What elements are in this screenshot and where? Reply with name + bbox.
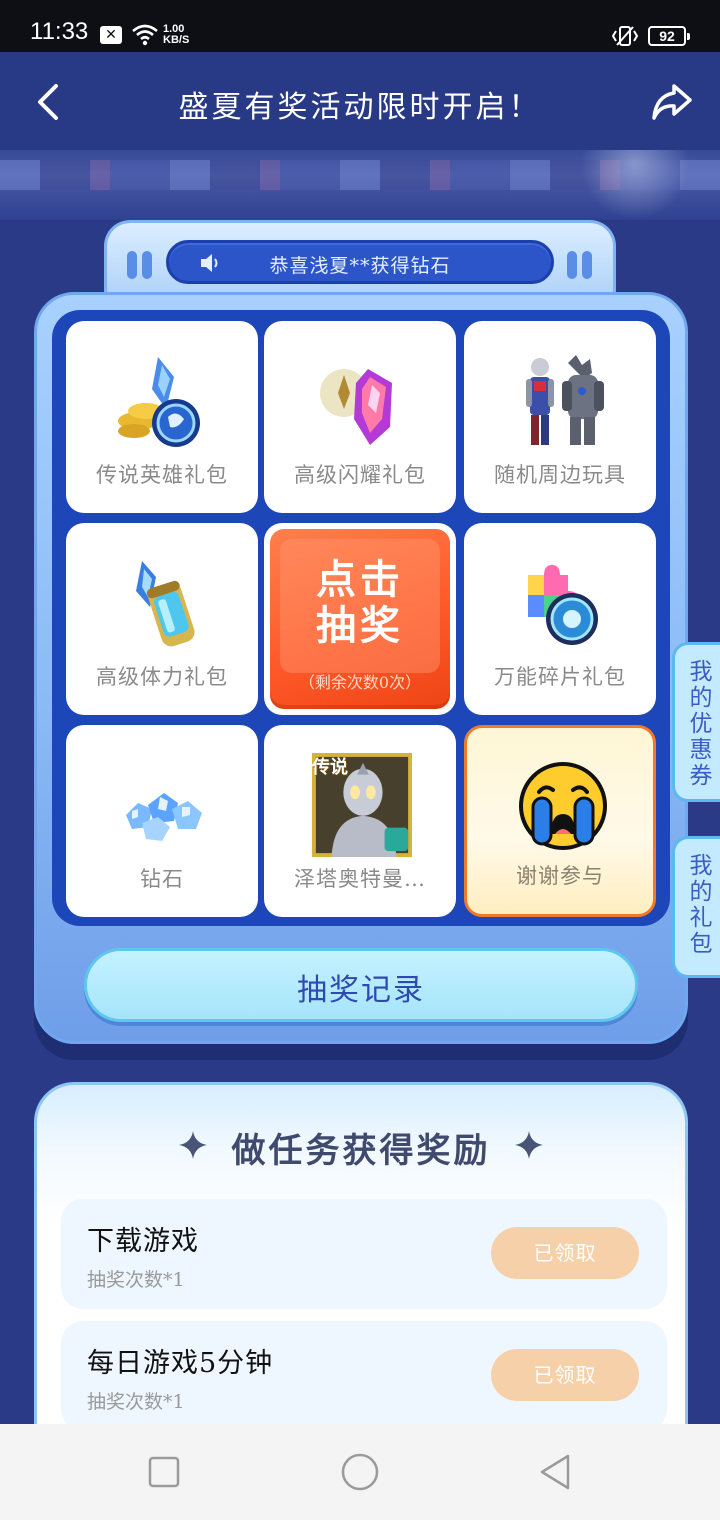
- prize-random-toys: 随机周边玩具: [464, 321, 656, 513]
- legend-badge: 传说: [312, 757, 348, 778]
- diamond-pile-icon: [126, 793, 202, 841]
- home-circle-icon[interactable]: [340, 1452, 380, 1492]
- grip-left-icon: [127, 251, 155, 279]
- wifi-icon: [132, 24, 158, 46]
- prize-label: 高级体力礼包: [96, 665, 228, 689]
- task-name: 下载游戏: [87, 1226, 199, 1257]
- back-triangle-icon[interactable]: [536, 1452, 576, 1492]
- prize-zeta-ultraman: 传说 泽塔奥特曼…: [264, 725, 456, 917]
- prize-energy-pack: 高级体力礼包: [66, 523, 258, 715]
- network-speed: 1.00 KB/S: [163, 23, 190, 46]
- my-gifts-label: 我的礼包: [689, 853, 713, 957]
- tasks-title: 做任务获得奖励: [231, 1131, 491, 1171]
- app-header: 盛夏有奖活动限时开启！: [0, 52, 720, 150]
- prize-shine-pack: 高级闪耀礼包: [264, 321, 456, 513]
- legend-hero-pack-icon: [118, 357, 200, 447]
- banner-figure: [580, 150, 690, 220]
- prize-diamond: 钻石: [66, 725, 258, 917]
- my-gifts-tab[interactable]: 我的礼包: [672, 836, 720, 978]
- prize-label: 谢谢参与: [516, 864, 604, 888]
- winner-notice: 恭喜浅夏**获得钻石: [166, 240, 554, 284]
- figure-toys-icon: [526, 355, 604, 445]
- prize-label: 万能碎片礼包: [494, 665, 626, 689]
- notice-text: 恭喜浅夏**获得钻石: [269, 255, 451, 277]
- my-coupons-tab[interactable]: 我的优惠券: [672, 642, 720, 802]
- crying-face-icon: [519, 762, 607, 850]
- draw-button-text: 点击 抽奖: [316, 557, 404, 649]
- claimed-button[interactable]: 已领取: [491, 1349, 639, 1401]
- energy-canister-icon: [136, 561, 195, 647]
- draw-records-button[interactable]: 抽奖记录: [84, 948, 638, 1022]
- battery-indicator: 92: [648, 26, 690, 46]
- my-coupons-label: 我的优惠券: [689, 659, 713, 789]
- prize-label: 钻石: [140, 867, 184, 891]
- draw-records-label: 抽奖记录: [297, 973, 425, 1008]
- banner-image: [0, 150, 720, 220]
- recents-square-icon[interactable]: [144, 1452, 184, 1492]
- grip-right-icon: [567, 251, 595, 279]
- draw-lottery-button[interactable]: 点击 抽奖 （剩余次数0次）: [264, 523, 456, 715]
- prize-label: 随机周边玩具: [494, 463, 626, 487]
- status-bar: 11:33 ✕ 1.00 KB/S 92: [0, 0, 720, 52]
- share-icon[interactable]: [650, 80, 694, 122]
- claimed-button[interactable]: 已领取: [491, 1227, 639, 1279]
- task-reward: 抽奖次数*1: [87, 1269, 185, 1291]
- vibrate-icon: [611, 26, 639, 46]
- prize-label: 高级闪耀礼包: [294, 463, 426, 487]
- tasks-panel: 做任务获得奖励 下载游戏 抽奖次数*1 已领取 每日游戏5分钟 抽奖次数*1 已…: [34, 1082, 688, 1442]
- prize-label: 泽塔奥特曼…: [294, 867, 426, 891]
- sparkle-icon: [515, 1131, 543, 1159]
- draw-button-face[interactable]: 点击 抽奖 （剩余次数0次）: [270, 529, 450, 709]
- shine-crystal-pack-icon: [320, 369, 392, 445]
- task-name: 每日游戏5分钟: [87, 1348, 274, 1379]
- page-title: 盛夏有奖活动限时开启！: [178, 90, 542, 125]
- task-row: 每日游戏5分钟 抽奖次数*1 已领取: [61, 1321, 667, 1431]
- task-reward: 抽奖次数*1: [87, 1391, 185, 1413]
- remaining-draws: （剩余次数0次）: [298, 673, 422, 692]
- prize-fragment-pack: 万能碎片礼包: [464, 523, 656, 715]
- task-row: 下载游戏 抽奖次数*1 已领取: [61, 1199, 667, 1309]
- system-nav-bar: [0, 1424, 720, 1520]
- status-time: 11:33: [30, 18, 89, 45]
- puzzle-fragment-icon: [528, 565, 598, 645]
- prize-thanks-for-participating: 谢谢参与: [464, 725, 656, 917]
- prize-legend-hero-pack: 传说英雄礼包: [66, 321, 258, 513]
- notification-x-icon: ✕: [100, 26, 122, 44]
- prize-label: 传说英雄礼包: [96, 463, 228, 487]
